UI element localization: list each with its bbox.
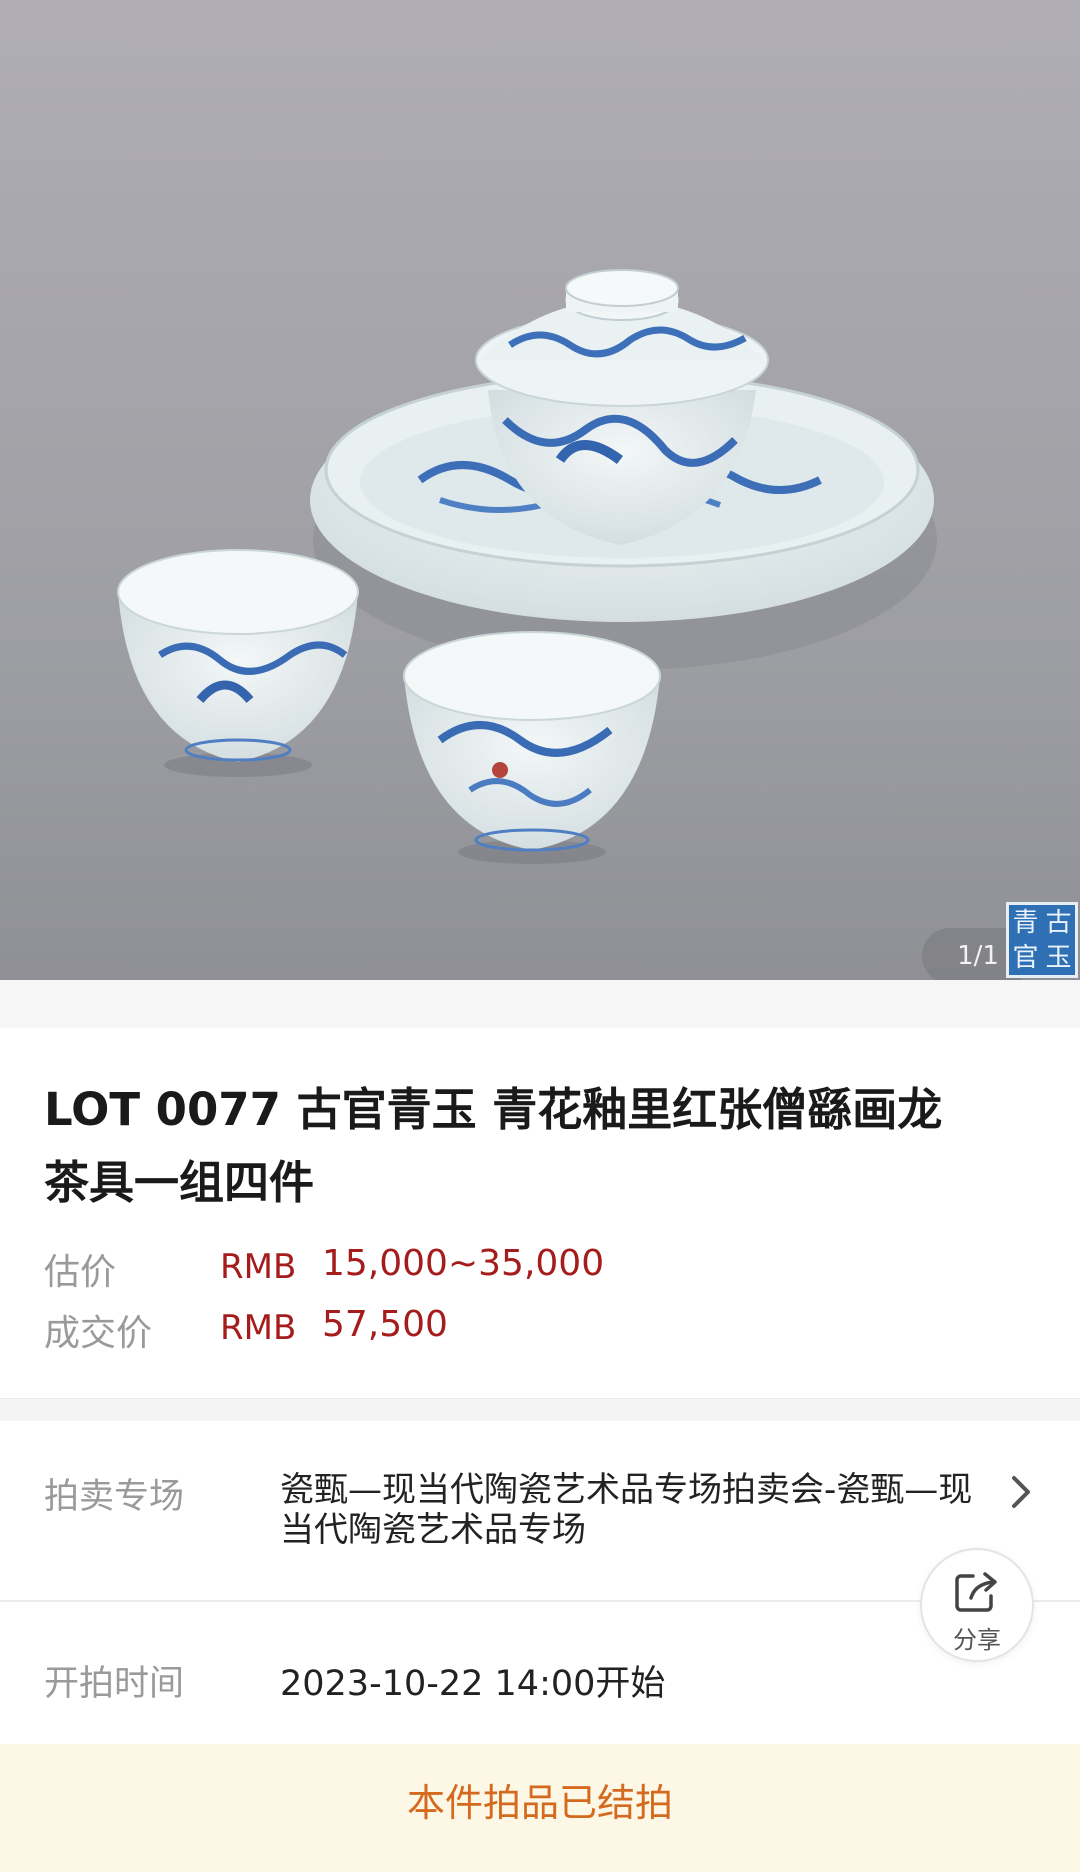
start-time-label: 开拍时间 bbox=[44, 1664, 185, 1704]
seal-logo: 青古官玉 bbox=[1006, 902, 1078, 978]
share-label: 分享 bbox=[953, 1626, 1001, 1654]
auction-ended-bar: 本件拍品已结拍 bbox=[0, 1744, 1080, 1872]
estimate-value: 15,000~35,000 bbox=[322, 1243, 605, 1284]
porcelain-photo bbox=[117, 269, 937, 864]
section-gap bbox=[0, 1398, 1080, 1421]
row-divider bbox=[0, 1600, 1080, 1602]
estimate-currency: RMB bbox=[220, 1247, 297, 1287]
start-time-value: 2023-10-22 14:00开始 bbox=[280, 1664, 666, 1704]
section-gap bbox=[0, 980, 1080, 1028]
session-link[interactable]: 瓷甄—现当代陶瓷艺术品专场拍卖会-瓷甄—现当代陶瓷艺术品专场 bbox=[280, 1470, 990, 1550]
chevron-right-icon[interactable] bbox=[1006, 1472, 1036, 1512]
lot-title: LOT 0077 古官青玉 青花釉里红张僧繇画龙茶具一组四件 bbox=[44, 1083, 943, 1209]
sold-price-label: 成交价 bbox=[44, 1313, 153, 1354]
sold-price-currency: RMB bbox=[220, 1308, 297, 1348]
lot-image-area[interactable]: 1/1 青古官玉 bbox=[0, 0, 1080, 980]
share-icon bbox=[955, 1572, 997, 1612]
estimate-label: 估价 bbox=[44, 1252, 117, 1293]
session-label: 拍卖专场 bbox=[44, 1477, 185, 1517]
share-button[interactable]: 分享 bbox=[920, 1548, 1034, 1662]
sold-price-value: 57,500 bbox=[322, 1304, 448, 1345]
